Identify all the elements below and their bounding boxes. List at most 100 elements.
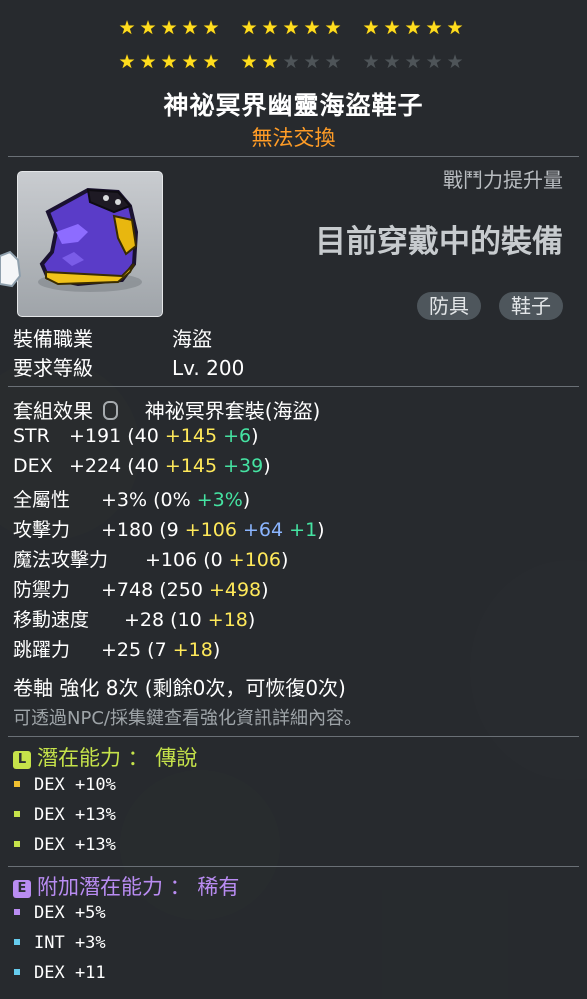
bullet-icon <box>14 811 20 817</box>
stat-bonus-flame: +145 <box>164 455 218 477</box>
star-filled-icon: ★ <box>324 17 342 39</box>
star-filled-icon: ★ <box>118 17 136 39</box>
star-empty-icon: ★ <box>383 51 401 73</box>
stat-bonus-flame: +145 <box>164 425 218 447</box>
stat-base: (9 <box>159 519 185 541</box>
stat-bonus-flame: +106 <box>184 519 237 541</box>
star-empty-icon: ★ <box>425 51 443 73</box>
job-requirement: 裝備職業 海盜 <box>13 323 212 352</box>
item-name: 神祕冥界幽靈海盜鞋子 <box>163 91 424 120</box>
stat-name: 全屬性 <box>13 489 71 511</box>
stat-line: DEX +224 (40 +145 +39) <box>13 455 271 477</box>
stat-close: ) <box>247 609 256 631</box>
currently-equipped-label: 目前穿戴中的裝備 <box>315 224 563 260</box>
star-empty-icon: ★ <box>324 51 342 73</box>
mouse-icon <box>103 401 119 420</box>
additional-potential-line: DEX +11 <box>14 963 106 983</box>
stat-name: 攻擊力 <box>13 519 71 541</box>
potential-header: L 潛在能力 ： 傳說 <box>13 742 197 772</box>
star-filled-icon: ★ <box>261 51 279 73</box>
stat-name: 移動速度 <box>13 609 90 631</box>
star-filled-icon: ★ <box>160 51 178 73</box>
divider <box>8 736 579 737</box>
star-filled-icon: ★ <box>425 17 443 39</box>
scroll-enhancement: 卷軸 強化 8次 (剩餘0次，可恢復0次) <box>13 676 346 700</box>
stat-bonus-flame: +498 <box>208 579 262 601</box>
additional-potential-line: DEX +5% <box>14 903 106 923</box>
stat-total: +3% <box>101 489 148 511</box>
stat-close: ) <box>251 425 259 447</box>
star-filled-icon: ★ <box>303 17 321 39</box>
enhancement-note: 可透過NPC/採集鍵查看強化資訊詳細內容。 <box>13 708 362 729</box>
stat-total: +25 <box>101 639 142 661</box>
item-tooltip-panel: ★ ★ ★ ★ ★ ★ ★ ★ ★ ★ ★ ★ ★ ★ ★ ★ ★ ★ ★ ★ ★ ★ ★ ★ ★ ★ ★ ★ ★ ★ 神祕冥界… <box>0 0 587 999</box>
stat-line: 攻擊力 +180 (9 +106 +64 +1) <box>13 515 325 542</box>
star-filled-icon: ★ <box>160 17 178 39</box>
star-filled-icon: ★ <box>181 17 199 39</box>
stat-total: +28 <box>124 609 165 631</box>
star-filled-icon: ★ <box>181 51 199 73</box>
star-empty-icon: ★ <box>303 51 321 73</box>
star-force-row-1: ★ ★ ★ ★ ★ ★ ★ ★ ★ ★ ★ ★ ★ ★ ★ <box>0 18 587 40</box>
star-empty-icon: ★ <box>282 51 300 73</box>
star-filled-icon: ★ <box>202 51 220 73</box>
stat-close: ) <box>317 519 325 541</box>
star-filled-icon: ★ <box>139 51 157 73</box>
star-filled-icon: ★ <box>383 17 401 39</box>
star-empty-icon: ★ <box>362 51 380 73</box>
stat-name: 防禦力 <box>13 579 71 601</box>
star-filled-icon: ★ <box>202 17 220 39</box>
bullet-icon <box>14 909 20 915</box>
stat-bonus-enhance: +6 <box>217 425 252 447</box>
stat-base: (10 <box>170 609 208 631</box>
star-filled-icon: ★ <box>240 17 258 39</box>
stat-total: +748 <box>101 579 154 601</box>
divider <box>8 156 579 157</box>
divider <box>8 866 579 867</box>
stat-bonus-enhance: +64 <box>236 519 284 541</box>
stat-base: (7 <box>147 639 173 661</box>
bullet-icon <box>14 781 20 787</box>
star-filled-icon: ★ <box>404 17 422 39</box>
potential-line: DEX +13% <box>14 835 116 855</box>
additional-potential-label: 附加潛在能力 ： <box>37 875 191 899</box>
bullet-icon <box>14 969 20 975</box>
potential-line: DEX +10% <box>14 775 116 795</box>
stat-name: 跳躍力 <box>13 639 71 661</box>
purple-shoes-icon <box>38 187 142 292</box>
potential-line: DEX +13% <box>14 805 116 825</box>
stat-line: STR +191 (40 +145 +6) <box>13 425 259 447</box>
tag-shoes: 鞋子 <box>499 292 563 320</box>
set-effect-label: 套組效果 <box>13 399 93 423</box>
level-value: Lv. 200 <box>172 356 245 380</box>
stat-line: 移動速度 +28 (10 +18) <box>13 605 255 632</box>
epic-badge-icon: E <box>13 880 31 898</box>
stat-close: ) <box>242 489 251 511</box>
set-effect-row: 套組效果 神祕冥界套裝(海盜) <box>13 395 320 424</box>
stat-close: ) <box>212 639 221 661</box>
star-empty-icon: ★ <box>446 51 464 73</box>
star-filled-icon: ★ <box>362 17 380 39</box>
stat-bonus-enhance: +39 <box>217 455 264 477</box>
job-label: 裝備職業 <box>13 327 93 351</box>
stat-bonus-flame: +106 <box>228 549 281 571</box>
glove-cursor-icon <box>0 250 22 288</box>
star-filled-icon: ★ <box>446 17 464 39</box>
potential-label: 潛在能力 ： <box>37 746 149 770</box>
stat-base: (40 <box>127 425 165 447</box>
star-filled-icon: ★ <box>240 51 258 73</box>
legendary-badge-icon: L <box>13 751 31 769</box>
stat-bonus-starforce: +1 <box>283 519 318 541</box>
stat-line: 全屬性 +3% (0% +3%) <box>13 485 250 512</box>
stat-base: (0% <box>153 489 197 511</box>
stat-total: +106 <box>145 549 198 571</box>
stat-close: ) <box>261 579 269 601</box>
stat-close: ) <box>280 549 289 571</box>
additional-potential-header: E 附加潛在能力 ： 稀有 <box>13 871 239 901</box>
stat-bonus-flame: +18 <box>172 639 213 661</box>
job-value: 海盜 <box>172 327 212 351</box>
star-filled-icon: ★ <box>139 17 157 39</box>
stat-name: 魔法攻擊力 <box>13 549 109 571</box>
additional-potential-line: INT +3% <box>14 933 106 953</box>
stat-close: ) <box>263 455 271 477</box>
